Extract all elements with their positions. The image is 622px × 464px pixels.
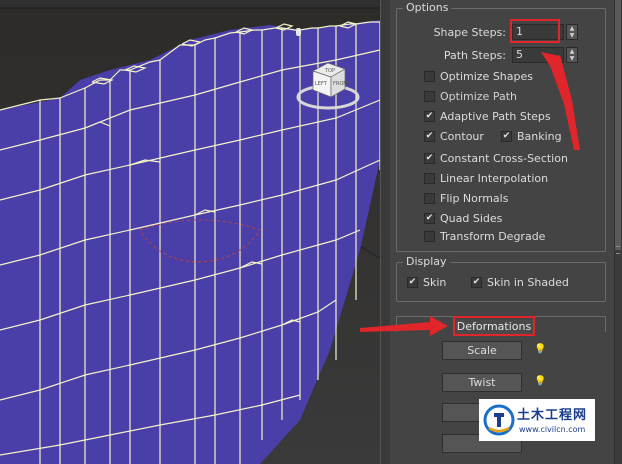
arrow-to-shape-steps [548,55,580,150]
watermark: 土木工程网 www.civilcn.com [479,399,595,441]
watermark-logo-icon [483,404,515,436]
watermark-title: 土木工程网 [517,408,588,423]
annotation-arrows [360,52,580,336]
arrow-to-deformations [360,316,448,336]
watermark-url: www.civilcn.com [519,425,586,434]
